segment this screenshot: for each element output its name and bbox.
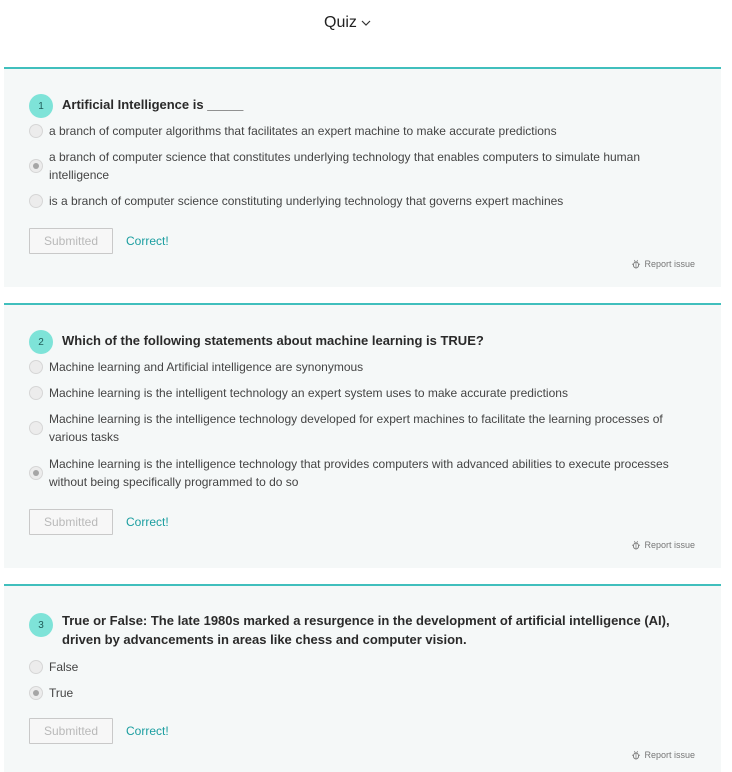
radio-button-selected[interactable] (29, 466, 43, 480)
option[interactable]: True (29, 684, 679, 702)
option-label: Machine learning and Artificial intellig… (49, 360, 364, 374)
question-number-badge: 3 (29, 613, 53, 637)
report-issue-label: Report issue (644, 259, 695, 269)
report-issue-link[interactable]: Report issue (631, 750, 695, 760)
question-number-badge: 1 (29, 94, 53, 118)
bug-icon (632, 259, 641, 269)
result-text: Correct! (126, 234, 169, 248)
report-issue-link[interactable]: Report issue (631, 540, 695, 550)
result-text: Correct! (126, 515, 169, 529)
radio-button[interactable] (29, 124, 43, 138)
radio-button[interactable] (29, 386, 43, 400)
question-card-3: 3 True or False: The late 1980s marked a… (4, 584, 721, 772)
option-label: Machine learning is the intelligence tec… (49, 457, 669, 489)
submitted-button[interactable]: Submitted (29, 509, 113, 535)
chevron-down-icon (361, 20, 371, 26)
question-text: Artificial Intelligence is _____ (62, 97, 244, 112)
option[interactable]: Machine learning and Artificial intellig… (29, 358, 679, 376)
report-issue-label: Report issue (644, 540, 695, 550)
option[interactable]: a branch of computer science that consti… (29, 148, 679, 184)
question-text: Which of the following statements about … (62, 333, 484, 348)
option[interactable]: a branch of computer algorithms that fac… (29, 122, 679, 140)
radio-button-selected[interactable] (29, 159, 43, 173)
page-header: Quiz (0, 0, 732, 50)
option-label: Machine learning is the intelligence tec… (49, 412, 663, 444)
radio-button-selected[interactable] (29, 686, 43, 700)
radio-button[interactable] (29, 194, 43, 208)
bug-icon (632, 750, 641, 760)
quiz-title-dropdown[interactable]: Quiz (324, 14, 371, 32)
question-text: True or False: The late 1980s marked a r… (62, 613, 670, 647)
answer-actions: Submitted Correct! (29, 509, 169, 535)
result-text: Correct! (126, 724, 169, 738)
answer-actions: Submitted Correct! (29, 718, 169, 744)
question-header: 1 Artificial Intelligence is _____ (29, 94, 682, 118)
option[interactable]: Machine learning is the intelligence tec… (29, 455, 679, 491)
question-card-1: 1 Artificial Intelligence is _____ a bra… (4, 67, 721, 287)
question-header: 3 True or False: The late 1980s marked a… (29, 611, 682, 649)
option-label: Machine learning is the intelligent tech… (49, 386, 568, 400)
question-card-2: 2 Which of the following statements abou… (4, 303, 721, 568)
radio-button[interactable] (29, 660, 43, 674)
bug-icon (632, 540, 641, 550)
option[interactable]: is a branch of computer science constitu… (29, 192, 679, 210)
question-header: 2 Which of the following statements abou… (29, 330, 682, 354)
report-issue-link[interactable]: Report issue (631, 259, 695, 269)
option[interactable]: Machine learning is the intelligence tec… (29, 410, 679, 446)
report-issue-label: Report issue (644, 750, 695, 760)
answer-actions: Submitted Correct! (29, 228, 169, 254)
radio-button[interactable] (29, 360, 43, 374)
quiz-title-label: Quiz (324, 14, 357, 31)
option-label: a branch of computer algorithms that fac… (49, 124, 557, 138)
question-number-badge: 2 (29, 330, 53, 354)
option[interactable]: False (29, 658, 679, 676)
submitted-button[interactable]: Submitted (29, 228, 113, 254)
radio-button[interactable] (29, 421, 43, 435)
option-label: False (49, 660, 79, 674)
option-label: a branch of computer science that consti… (49, 150, 641, 182)
option[interactable]: Machine learning is the intelligent tech… (29, 384, 679, 402)
option-label: is a branch of computer science constitu… (49, 194, 564, 208)
submitted-button[interactable]: Submitted (29, 718, 113, 744)
option-label: True (49, 686, 74, 700)
